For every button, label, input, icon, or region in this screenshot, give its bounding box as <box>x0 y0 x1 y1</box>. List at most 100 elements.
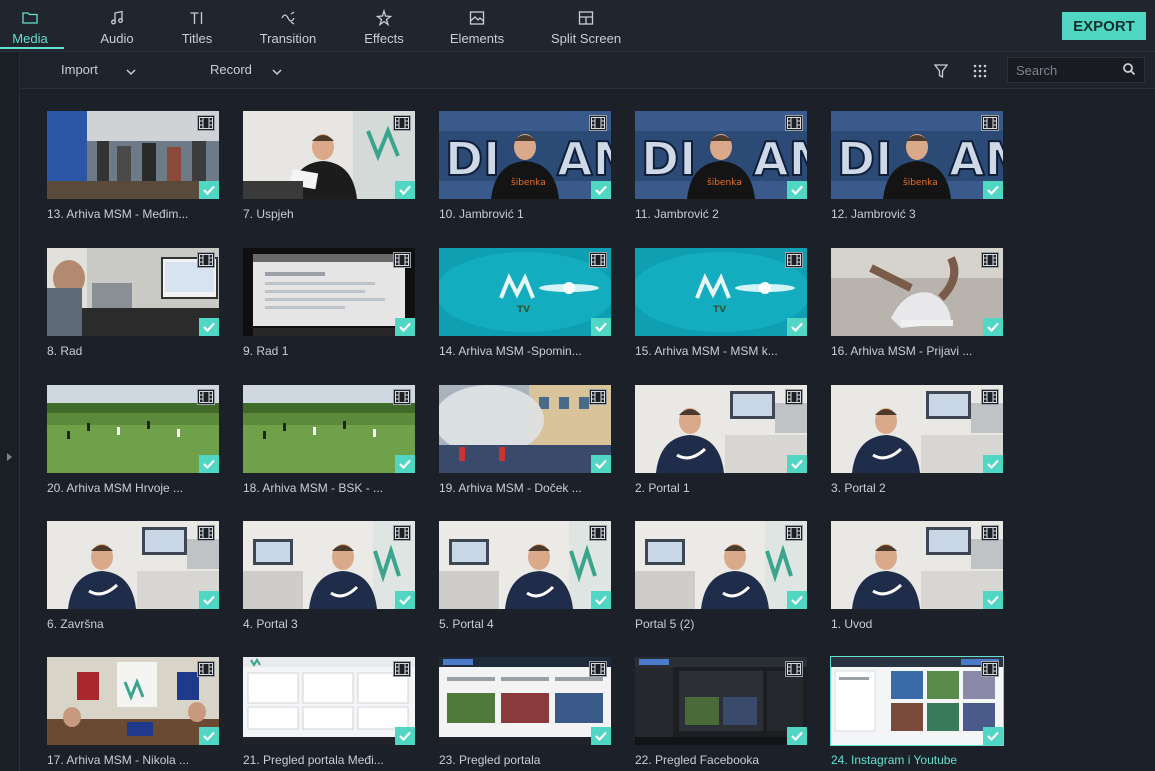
clip-name: 18. Arhiva MSM - BSK - ... <box>243 481 384 495</box>
clip-thumbnail[interactable] <box>47 657 219 745</box>
folder-icon <box>19 8 41 28</box>
filter-icon[interactable] <box>932 62 950 80</box>
checkmark-icon <box>983 591 1003 609</box>
svg-text:DI: DI <box>837 132 892 186</box>
media-clip[interactable]: 22. Pregled Facebooka <box>635 657 807 767</box>
clip-thumbnail[interactable] <box>243 521 415 609</box>
import-dropdown[interactable]: Import <box>61 62 136 77</box>
tab-titles[interactable]: Titles <box>167 0 227 52</box>
expand-arrow-icon[interactable] <box>7 453 12 461</box>
checkmark-icon <box>591 181 611 199</box>
clip-thumbnail[interactable] <box>243 385 415 473</box>
clip-thumbnail[interactable] <box>47 111 219 199</box>
clip-thumbnail[interactable]: DI AM šibenka <box>439 111 611 199</box>
tab-audio[interactable]: Audio <box>87 0 147 52</box>
media-clip[interactable]: 19. Arhiva MSM - Doček ... <box>439 385 611 495</box>
clip-name: 14. Arhiva MSM -Spomin... <box>439 344 582 358</box>
clip-name: 11. Jambrović 2 <box>635 207 719 221</box>
video-clip-icon <box>981 115 999 131</box>
media-clip[interactable]: 7. Uspjeh <box>243 111 415 221</box>
clip-thumbnail[interactable] <box>635 657 807 745</box>
tab-transition[interactable]: Transition <box>258 0 318 52</box>
thumbnail-image <box>831 657 1003 745</box>
clip-thumbnail[interactable] <box>831 248 1003 336</box>
search-icon[interactable] <box>1122 62 1138 78</box>
video-clip-icon <box>981 252 999 268</box>
clip-thumbnail[interactable] <box>243 111 415 199</box>
clip-thumbnail[interactable] <box>439 521 611 609</box>
media-clip[interactable]: Portal 5 (2) <box>635 521 807 631</box>
clip-thumbnail[interactable] <box>635 521 807 609</box>
thumbnail-image <box>243 111 415 199</box>
clip-thumbnail[interactable] <box>830 656 1004 746</box>
grid-view-icon[interactable] <box>971 62 989 80</box>
clip-thumbnail[interactable]: DI AM šibenka <box>635 111 807 199</box>
export-button[interactable]: EXPORT <box>1062 12 1146 40</box>
tab-effects[interactable]: Effects <box>354 0 414 52</box>
media-clip[interactable]: 1. Uvod <box>831 521 1003 631</box>
media-clip[interactable]: TV 14. Arhiva MSM -Spomin... <box>439 248 611 358</box>
media-clip[interactable]: 23. Pregled portala <box>439 657 611 767</box>
media-clip[interactable]: DI AM šibenka 12. Jambrović 3 <box>831 111 1003 221</box>
media-clip[interactable]: 8. Rad <box>47 248 219 358</box>
clip-thumbnail[interactable] <box>831 521 1003 609</box>
svg-text:šibenka: šibenka <box>903 177 938 188</box>
checkmark-icon <box>787 591 807 609</box>
left-collapse-rail[interactable] <box>0 53 20 771</box>
tab-split-screen[interactable]: Split Screen <box>551 0 621 52</box>
clip-thumbnail[interactable] <box>47 385 219 473</box>
clip-thumbnail[interactable] <box>243 248 415 336</box>
clip-thumbnail[interactable] <box>243 657 415 745</box>
record-dropdown[interactable]: Record <box>210 62 282 77</box>
clip-thumbnail[interactable]: TV <box>635 248 807 336</box>
thumbnail-image <box>47 657 219 745</box>
media-clip[interactable]: 16. Arhiva MSM - Prijavi ... <box>831 248 1003 358</box>
search-input[interactable] <box>1008 62 1122 78</box>
video-clip-icon <box>981 525 999 541</box>
clip-thumbnail[interactable] <box>439 385 611 473</box>
thumbnail-image: DI AM šibenka <box>635 111 807 199</box>
tab-media[interactable]: Media <box>0 0 64 52</box>
media-clip[interactable]: DI AM šibenka 10. Jambrović 1 <box>439 111 611 221</box>
video-clip-icon <box>589 525 607 541</box>
checkmark-icon <box>199 727 219 745</box>
media-clip[interactable]: TV 15. Arhiva MSM - MSM k... <box>635 248 807 358</box>
media-clip[interactable]: 17. Arhiva MSM - Nikola ... <box>47 657 219 767</box>
clip-thumbnail[interactable]: TV <box>439 248 611 336</box>
media-clip[interactable]: 13. Arhiva MSM - Međim... <box>47 111 219 221</box>
clip-name: 4. Portal 3 <box>243 617 298 631</box>
video-clip-icon <box>197 115 215 131</box>
checkmark-icon <box>591 318 611 336</box>
top-toolbar: Media Audio Titles Transition Effects Element… <box>0 0 1155 52</box>
media-library-grid: 13. Arhiva MSM - Međim... 7. Uspjeh DI AM ši… <box>21 90 1155 771</box>
search-box[interactable] <box>1007 57 1145 83</box>
media-clip[interactable]: 6. Završna <box>47 521 219 631</box>
clip-thumbnail[interactable] <box>439 657 611 745</box>
media-clip[interactable]: 2. Portal 1 <box>635 385 807 495</box>
thumbnail-image <box>831 385 1003 473</box>
clip-name: 20. Arhiva MSM Hrvoje ... <box>47 481 184 495</box>
media-clip[interactable]: 5. Portal 4 <box>439 521 611 631</box>
media-clip[interactable]: 3. Portal 2 <box>831 385 1003 495</box>
video-clip-icon <box>785 115 803 131</box>
media-clip[interactable]: DI AM šibenka 11. Jambrović 2 <box>635 111 807 221</box>
tab-label: Titles <box>181 31 213 46</box>
media-clip[interactable]: 20. Arhiva MSM Hrvoje ... <box>47 385 219 495</box>
video-clip-icon <box>393 525 411 541</box>
clip-thumbnail[interactable] <box>47 521 219 609</box>
clip-thumbnail[interactable]: DI AM šibenka <box>831 111 1003 199</box>
checkmark-icon <box>395 455 415 473</box>
clip-thumbnail[interactable] <box>47 248 219 336</box>
media-clip[interactable]: 21. Pregled portala Međi... <box>243 657 415 767</box>
clip-thumbnail[interactable] <box>831 385 1003 473</box>
thumbnail-image <box>47 248 219 336</box>
media-clip[interactable]: 9. Rad 1 <box>243 248 415 358</box>
svg-text:DI: DI <box>445 132 500 186</box>
svg-text:TV: TV <box>713 305 726 315</box>
clip-thumbnail[interactable] <box>635 385 807 473</box>
media-clip[interactable]: 4. Portal 3 <box>243 521 415 631</box>
media-clip[interactable]: 24. Instagram i Youtube <box>830 656 1004 767</box>
tab-elements[interactable]: Elements <box>447 0 507 52</box>
media-clip[interactable]: 18. Arhiva MSM - BSK - ... <box>243 385 415 495</box>
tab-label: Effects <box>364 31 404 46</box>
